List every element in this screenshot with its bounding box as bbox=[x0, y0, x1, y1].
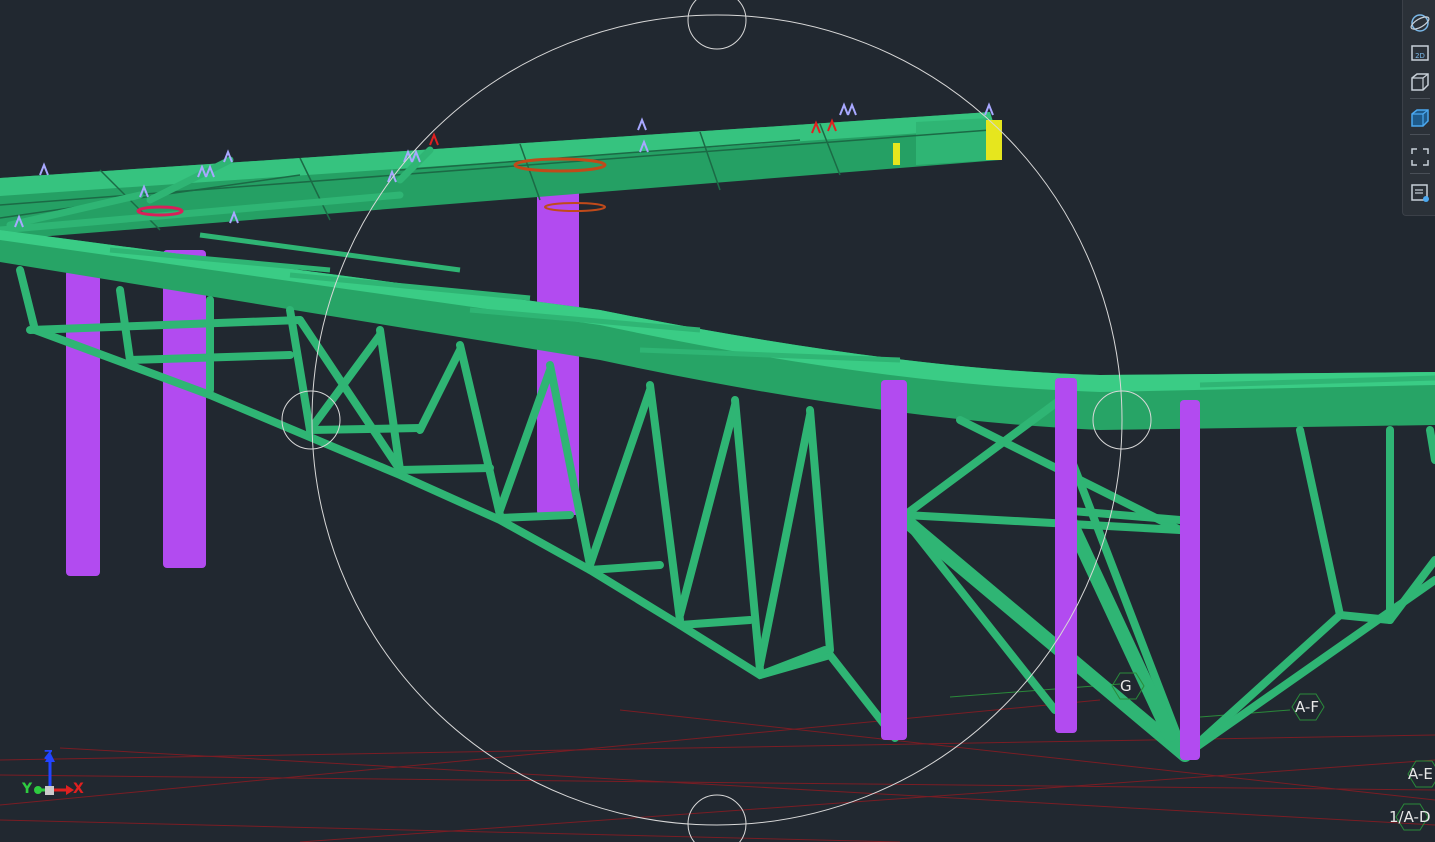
end-plate[interactable] bbox=[986, 120, 1002, 160]
shaded-view-button[interactable] bbox=[1407, 105, 1433, 131]
column-1[interactable] bbox=[66, 270, 100, 576]
orbit-icon bbox=[1410, 14, 1430, 32]
orbit-handle-top[interactable] bbox=[687, 0, 747, 50]
orbit-handle-bottom[interactable] bbox=[687, 794, 747, 842]
end-plate-small[interactable] bbox=[893, 143, 900, 165]
fit-view-button[interactable] bbox=[1407, 144, 1433, 170]
grid-label-a-e: A-E bbox=[1408, 765, 1433, 783]
upper-truss[interactable] bbox=[0, 112, 1002, 240]
column-2[interactable] bbox=[163, 250, 206, 568]
orbit-button[interactable] bbox=[1407, 10, 1433, 36]
grid-label-1-a-d: 1/A-D bbox=[1389, 808, 1431, 826]
model-viewport[interactable]: G A-F A-E 1/A-D Z Y X bbox=[0, 0, 1435, 842]
2d-view-icon: 2D bbox=[1411, 45, 1429, 61]
2d-view-button[interactable]: 2D bbox=[1407, 40, 1433, 66]
2d-view-label: 2D bbox=[1415, 52, 1425, 60]
shaded-box-icon bbox=[1411, 109, 1429, 127]
fit-view-icon bbox=[1411, 148, 1429, 166]
view-properties-button[interactable] bbox=[1407, 180, 1433, 206]
view-toolbar: 2D bbox=[1402, 0, 1435, 216]
view-properties-icon bbox=[1411, 184, 1429, 202]
column-4[interactable] bbox=[881, 380, 907, 740]
axis-y-label: Y bbox=[22, 781, 33, 797]
grid-label-a-f: A-F bbox=[1295, 698, 1319, 716]
column-5[interactable] bbox=[1055, 378, 1077, 733]
model-canvas[interactable] bbox=[0, 0, 1435, 842]
grid-label-g: G bbox=[1120, 677, 1132, 695]
3d-box-icon bbox=[1411, 73, 1429, 91]
3d-view-button[interactable] bbox=[1407, 69, 1433, 95]
main-truss[interactable] bbox=[0, 230, 1435, 762]
column-6[interactable] bbox=[1180, 400, 1200, 760]
axis-x-label: X bbox=[73, 781, 84, 797]
axis-z-label: Z bbox=[44, 748, 53, 762]
